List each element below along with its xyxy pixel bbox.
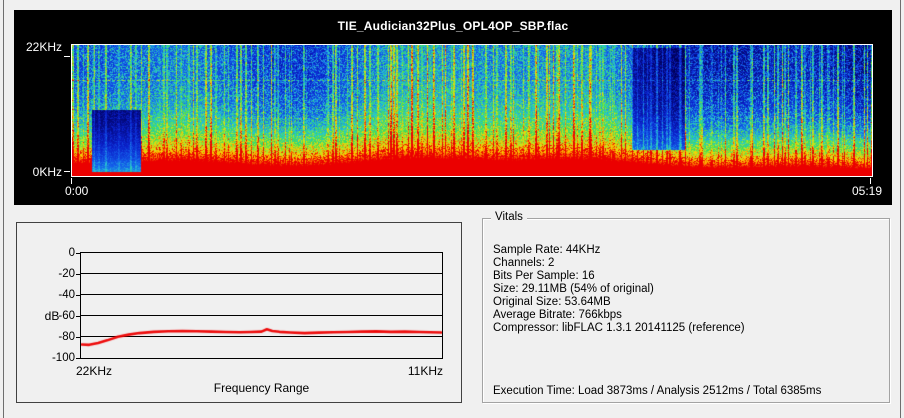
spectrogram-title: TIE_Audician32Plus_OPL4OP_SBP.flac [14,19,892,33]
vitals-line-orig-size: Original Size: 53.64MB [493,296,745,309]
freq-axis-bottom-label: 0KHz [14,165,62,179]
window-left-border [3,0,4,418]
x-axis-start-label: 22KHz [76,364,112,378]
y-tick-label-80: -80 [25,331,75,343]
time-start-label: 0:00 [65,184,88,198]
vitals-legend: Vitals [491,211,527,223]
x-axis-end-label: 11KHz [369,364,443,378]
vitals-line-compressor: Compressor: libFLAC 1.3.1 20141125 (refe… [493,322,745,335]
freq-bottom-tick [64,171,70,172]
execution-time-line: Execution Time: Load 3873ms / Analysis 2… [493,385,821,397]
vitals-body: Sample Rate: 44KHz Channels: 2 Bits Per … [493,244,745,335]
vitals-line-bits: Bits Per Sample: 16 [493,270,745,283]
freq-axis-top-label: 22KHz [14,40,62,54]
vitals-line-channels: Channels: 2 [493,257,745,270]
vitals-groupbox: Vitals Sample Rate: 44KHz Channels: 2 Bi… [482,218,890,403]
vitals-line-bitrate: Average Bitrate: 766kbps [493,309,745,322]
x-axis-title: Frequency Range [80,381,443,395]
frequency-curve-canvas [81,253,442,358]
vitals-line-size: Size: 29.11MB (54% of original) [493,283,745,296]
y-tick-label-20: -20 [25,268,75,280]
freq-top-tick [64,56,70,57]
y-axis-unit-label: dB [37,309,67,323]
spectrogram-canvas [72,45,872,176]
spectrogram-panel: TIE_Audician32Plus_OPL4OP_SBP.flac 22KHz… [14,10,892,205]
time-end-label: 05:19 [832,184,882,198]
y-tick-label-40: -40 [25,289,75,301]
window-right-border [900,0,901,418]
spectrogram-frame [71,44,873,177]
y-tick-label-0: 0 [25,247,75,259]
spectro-window: TIE_Audician32Plus_OPL4OP_SBP.flac 22KHz… [0,0,904,418]
frequency-plot-area [80,252,443,359]
frequency-range-panel: 0 -20 -40 -60 -80 -100 dB 22KHz 11KHz Fr… [16,222,462,403]
y-tick-label-100: -100 [25,352,75,364]
vitals-line-sample-rate: Sample Rate: 44KHz [493,244,745,257]
